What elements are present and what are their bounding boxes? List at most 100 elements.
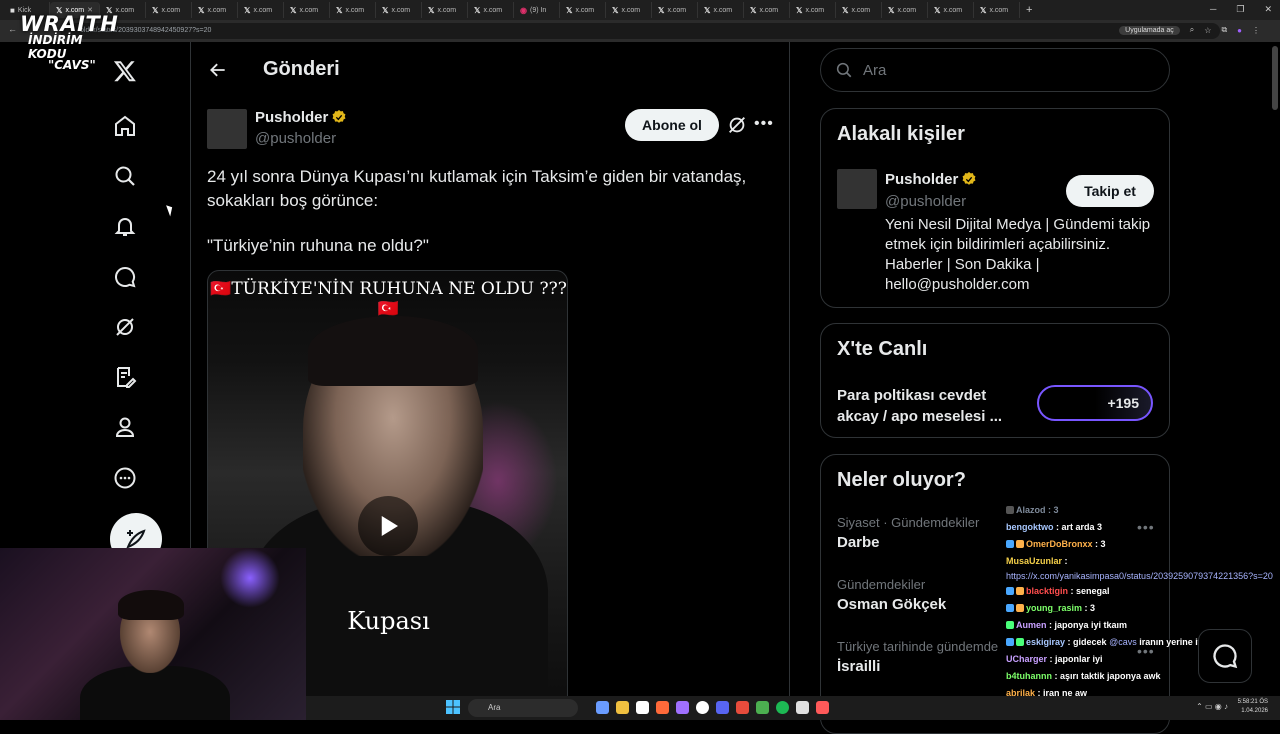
new-tab-button[interactable]: + xyxy=(1026,4,1032,16)
taskbar-search[interactable]: Ara xyxy=(468,699,578,717)
browser-tab[interactable]: 𝕏x.com xyxy=(422,2,468,18)
taskbar-app-icon[interactable] xyxy=(756,701,769,714)
profile-avatar-icon[interactable]: ● xyxy=(1237,26,1242,35)
trend-item[interactable]: Gündemdekiler Osman Gökçek xyxy=(837,577,946,613)
taskbar-app-icon[interactable] xyxy=(596,701,609,714)
tab-label: x.com xyxy=(207,6,227,14)
back-nav-icon[interactable]: ← xyxy=(8,24,17,34)
browser-tab[interactable]: ◉ (9) In xyxy=(514,2,560,18)
browser-tab[interactable]: 𝕏x.com xyxy=(698,2,744,18)
related-name-row[interactable]: Pusholder xyxy=(885,171,977,188)
bookmark-star-icon[interactable]: ☆ xyxy=(1204,26,1211,35)
tab-label: x.com xyxy=(943,6,963,14)
browser-tab[interactable]: 𝕏x.com xyxy=(606,2,652,18)
webcam-body xyxy=(80,666,230,720)
trend-item[interactable]: Siyaset · Gündemdekiler Darbe xyxy=(837,515,979,551)
related-name[interactable]: Pusholder xyxy=(885,171,958,188)
grok-explain-icon[interactable] xyxy=(726,114,748,136)
spotify-icon[interactable] xyxy=(776,701,789,714)
taskbar-app-icon[interactable] xyxy=(796,701,809,714)
discord-icon[interactable] xyxy=(716,701,729,714)
search-input[interactable] xyxy=(863,61,1153,79)
taskbar-app-icon[interactable] xyxy=(696,701,709,714)
chat-username: Alazod xyxy=(1016,505,1046,515)
post-more-icon[interactable]: ••• xyxy=(754,115,774,133)
taskbar-folder-icon[interactable] xyxy=(616,701,629,714)
more-options-icon[interactable] xyxy=(110,463,140,493)
live-topic[interactable]: Para poltikası cevdet akcay / apo mesele… xyxy=(837,385,1027,427)
page-scrollbar[interactable] xyxy=(1272,46,1278,110)
video-scene-hair xyxy=(308,316,478,386)
home-icon[interactable] xyxy=(110,111,140,141)
taskbar-app-icon[interactable] xyxy=(636,701,649,714)
related-handle[interactable]: @pusholder xyxy=(885,193,966,210)
tab-label: x.com xyxy=(759,6,779,14)
search-icon[interactable] xyxy=(110,161,140,191)
restore-icon[interactable]: ❐ xyxy=(1236,4,1244,15)
tab-label: x.com xyxy=(667,6,687,14)
chat-link[interactable]: https://x.com/yanikasimpasa0/status/2039… xyxy=(1006,571,1273,581)
taskbar-app-icon[interactable] xyxy=(736,701,749,714)
browser-tab[interactable]: 𝕏x.com xyxy=(652,2,698,18)
window-controls: ─ ❐ ✕ xyxy=(1210,4,1272,15)
x-logo-icon[interactable] xyxy=(110,56,140,86)
x-favicon-icon: 𝕏 xyxy=(980,5,987,15)
browser-tab[interactable]: 𝕏x.com xyxy=(882,2,928,18)
back-button[interactable] xyxy=(204,56,232,84)
author-handle[interactable]: @pusholder xyxy=(255,130,336,147)
browser-menu-icon[interactable]: ⋮ xyxy=(1252,26,1260,35)
browser-tab[interactable]: 𝕏x.com xyxy=(560,2,606,18)
chat-username: blacktigin xyxy=(1026,586,1069,596)
profile-icon[interactable] xyxy=(110,412,140,442)
live-listeners-badge[interactable]: +195 xyxy=(1037,385,1153,421)
browser-tab[interactable]: 𝕏x.com xyxy=(284,2,330,18)
related-avatar[interactable] xyxy=(837,169,877,209)
minimize-icon[interactable]: ─ xyxy=(1210,4,1216,15)
trend-name: Osman Gökçek xyxy=(837,596,947,613)
x-favicon-icon: 𝕏 xyxy=(750,5,757,15)
search-bar[interactable] xyxy=(820,48,1170,92)
browser-tab[interactable]: 𝕏x.com xyxy=(146,2,192,18)
browser-tab[interactable]: 𝕏x.com xyxy=(928,2,974,18)
author-name[interactable]: Pusholder xyxy=(255,109,328,126)
play-button[interactable] xyxy=(358,496,418,556)
tab-label: x.com xyxy=(483,6,503,14)
author-avatar[interactable] xyxy=(207,109,247,149)
play-icon xyxy=(381,516,398,536)
follow-button[interactable]: Takip et xyxy=(1066,175,1154,207)
taskbar-clock[interactable]: 5:58:21 ÖS 1.04.2026 xyxy=(1238,698,1268,716)
grok-icon[interactable] xyxy=(110,312,140,342)
messages-icon[interactable] xyxy=(110,262,140,292)
browser-tab[interactable]: 𝕏x.com xyxy=(836,2,882,18)
browser-tab[interactable]: 𝕏x.com xyxy=(468,2,514,18)
browser-tab[interactable]: 𝕏x.com xyxy=(192,2,238,18)
extensions-icon[interactable]: ⧉ xyxy=(1221,25,1227,35)
kick-icon: ■ xyxy=(10,5,15,15)
system-tray[interactable]: ⌃ ▭ ◉ ♪ xyxy=(1196,702,1228,711)
url-field[interactable]: older/status/2039303748942450927?s=20 xyxy=(60,23,1220,39)
taskbar-app-icon[interactable] xyxy=(816,701,829,714)
taskbar-app-icon[interactable] xyxy=(676,701,689,714)
chat-username: MusaUzunlar xyxy=(1006,556,1063,566)
open-in-app-button[interactable]: Uygulamada aç xyxy=(1119,25,1180,35)
windows-start-icon[interactable] xyxy=(446,700,460,714)
chat-username: Aumen xyxy=(1016,620,1047,630)
subscribe-button[interactable]: Abone ol xyxy=(625,109,719,141)
x-favicon-icon: 𝕏 xyxy=(428,5,435,15)
close-window-icon[interactable]: ✕ xyxy=(1264,4,1272,15)
browser-tab[interactable]: 𝕏x.com xyxy=(376,2,422,18)
browser-tab[interactable]: 𝕏x.com xyxy=(744,2,790,18)
taskbar-search-label: Ara xyxy=(488,703,501,712)
browser-tab[interactable]: 𝕏x.com xyxy=(974,2,1020,18)
arrow-left-icon xyxy=(210,63,225,77)
notifications-icon[interactable] xyxy=(110,211,140,241)
taskbar-app-icon[interactable] xyxy=(656,701,669,714)
author-name-row[interactable]: Pusholder xyxy=(255,109,347,126)
browser-tab[interactable]: 𝕏x.com xyxy=(790,2,836,18)
zoom-icon[interactable]: ⌕ xyxy=(1190,25,1194,35)
premium-icon[interactable] xyxy=(110,362,140,392)
browser-tab[interactable]: 𝕏x.com xyxy=(238,2,284,18)
grok-chat-widget[interactable] xyxy=(1198,629,1252,683)
browser-tab[interactable]: 𝕏x.com xyxy=(330,2,376,18)
trend-item[interactable]: Türkiye tarihinde gündemde İsrailli xyxy=(837,639,998,675)
